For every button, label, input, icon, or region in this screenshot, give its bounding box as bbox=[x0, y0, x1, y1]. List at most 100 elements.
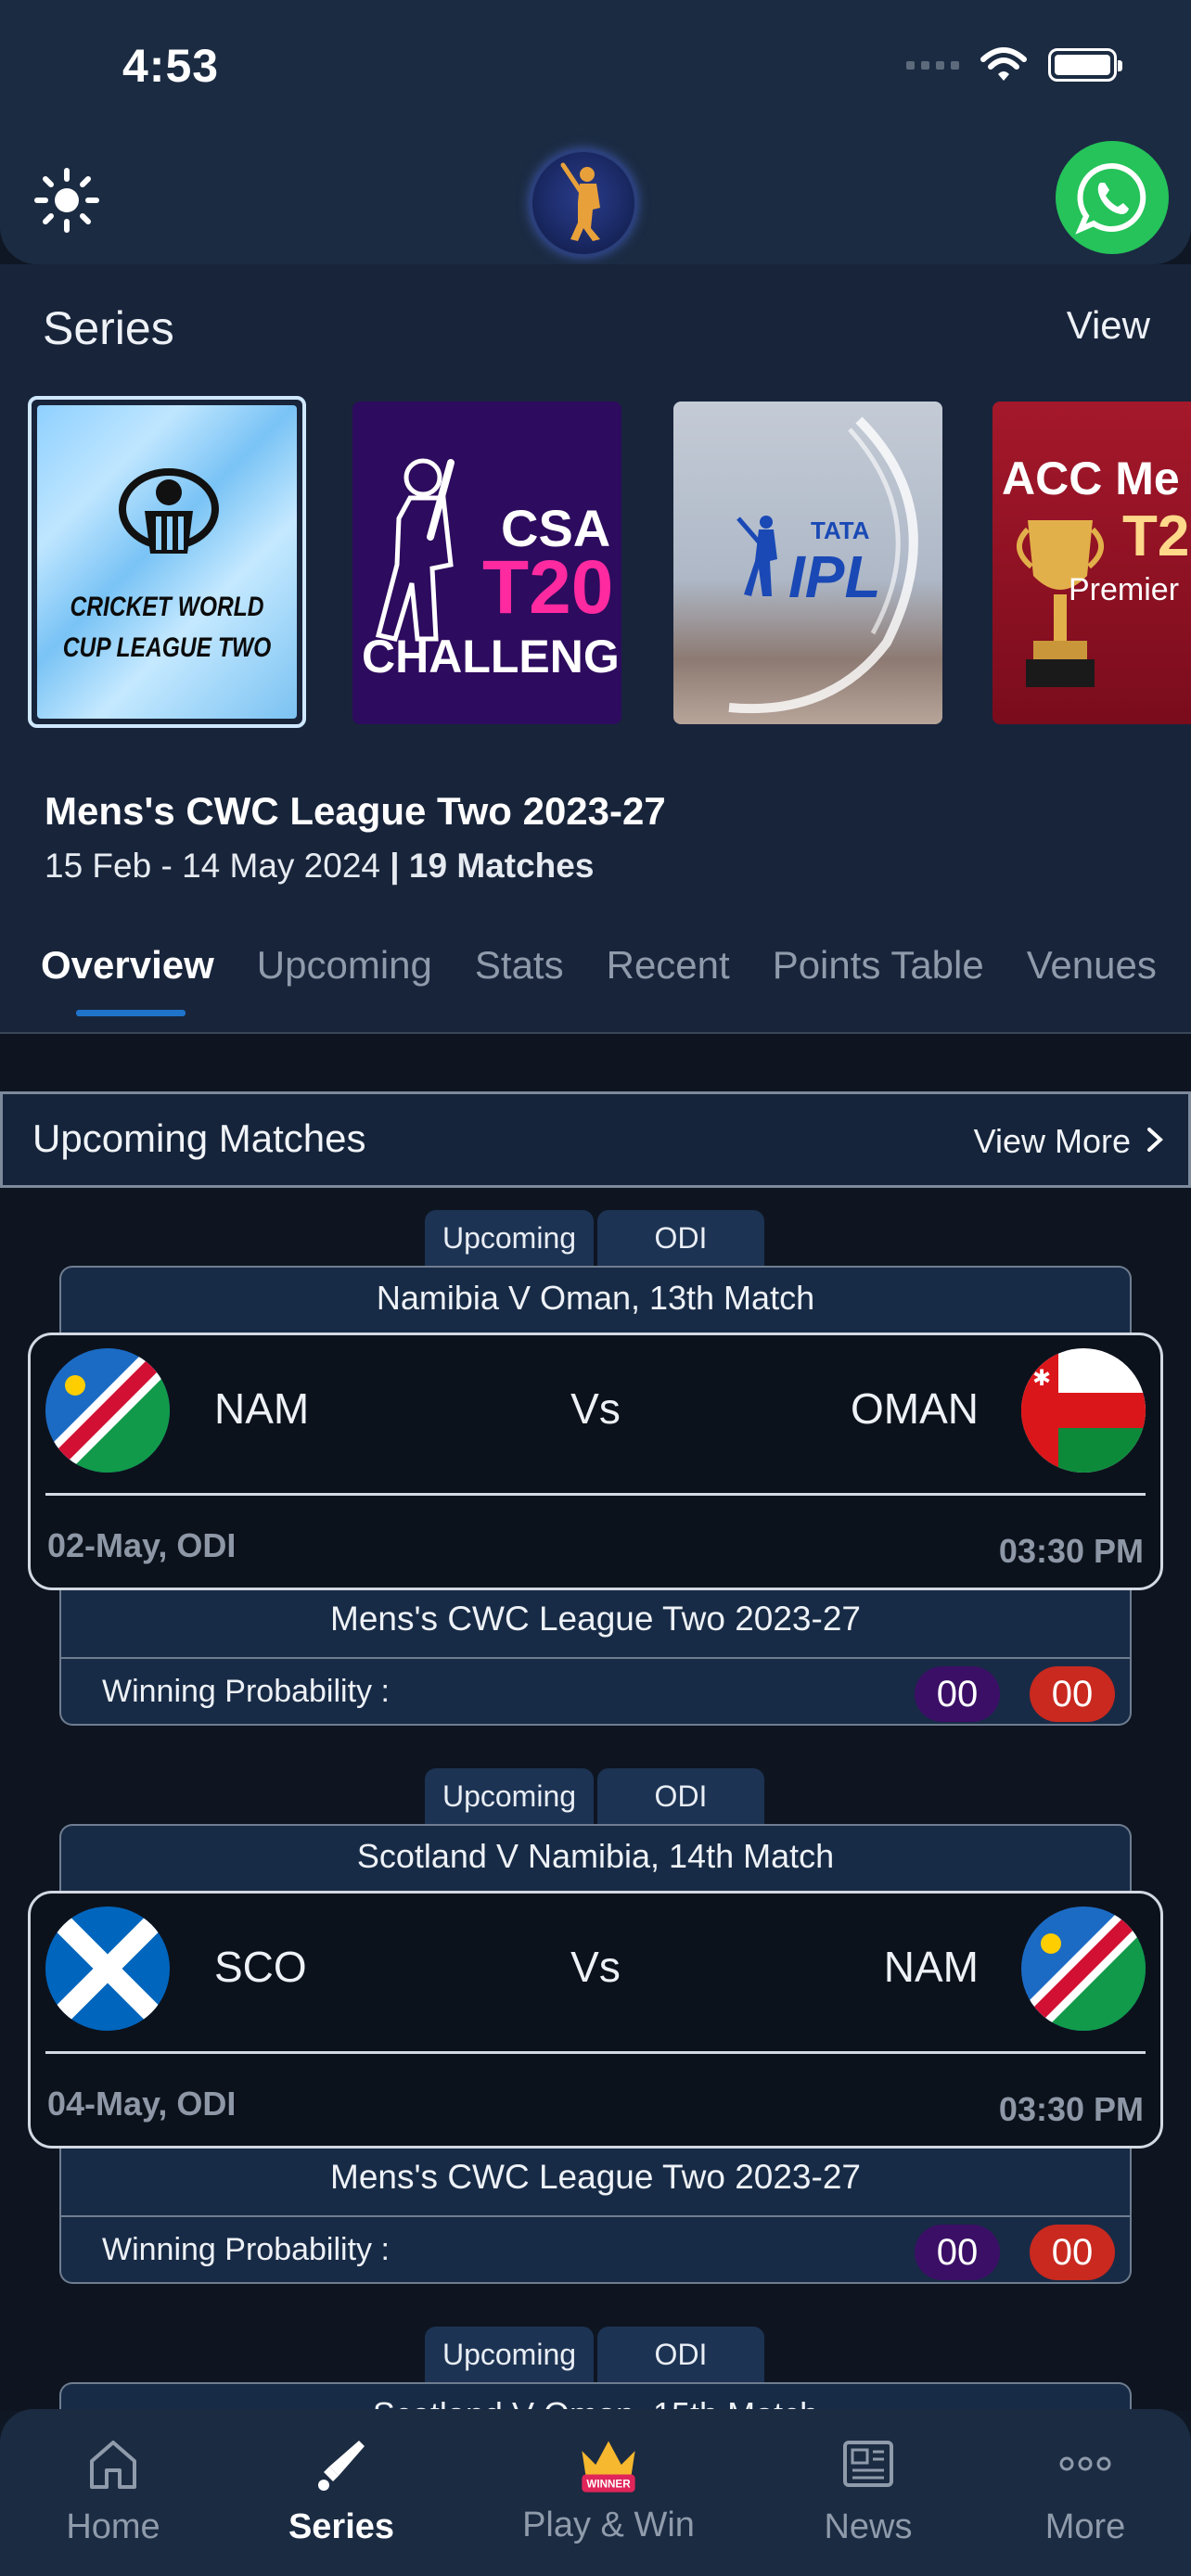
svg-text:✱: ✱ bbox=[1032, 1365, 1051, 1391]
match-footer: Mens's CWC League Two 2023-27 Winning Pr… bbox=[59, 1590, 1132, 1726]
series-card-ipl[interactable]: TATA IPL bbox=[673, 402, 942, 724]
nav-more-label: More bbox=[1044, 2507, 1126, 2546]
nav-home-label: Home bbox=[66, 2507, 160, 2546]
nav-series-label: Series bbox=[288, 2507, 395, 2546]
series-card-csa-mid: T20 bbox=[482, 545, 614, 630]
series-match-count: 19 Matches bbox=[408, 847, 595, 885]
series-card-cwc[interactable]: CRICKET WORLD CUP LEAGUE TWO bbox=[28, 396, 306, 728]
series-tabs: Overview Upcoming Stats Recent Points Ta… bbox=[41, 943, 1157, 1016]
tab-upcoming[interactable]: Upcoming bbox=[257, 943, 432, 988]
series-view-link[interactable]: View bbox=[1067, 303, 1150, 348]
match-footer: Mens's CWC League Two 2023-27 Winning Pr… bbox=[59, 2149, 1132, 2284]
team-right: OMAN bbox=[851, 1384, 979, 1433]
match-date: 04-May, ODI bbox=[47, 2085, 237, 2123]
overview-content: Upcoming Matches View More Upcoming ODI … bbox=[0, 1034, 1191, 2411]
match-card[interactable]: Upcoming ODI Scotland V Oman, 15th Match bbox=[0, 2327, 1191, 2411]
chevron-right-icon bbox=[1147, 1128, 1163, 1152]
series-card-acc-bottom: Premier bbox=[1069, 572, 1180, 607]
newspaper-icon bbox=[843, 2441, 893, 2487]
series-card-ipl-main: IPL bbox=[788, 543, 881, 610]
tab-stats[interactable]: Stats bbox=[475, 943, 564, 988]
series-date-range: 15 Feb - 14 May 2024 bbox=[45, 847, 380, 885]
probability-team-right: 00 bbox=[1030, 2225, 1115, 2280]
series-card-csa-bottom: CHALLENGE bbox=[362, 631, 621, 682]
selected-series-name: Mens's CWC League Two 2023-27 bbox=[45, 789, 666, 833]
probability-team-left: 00 bbox=[915, 2225, 1000, 2280]
batsman-logo-icon bbox=[560, 162, 600, 241]
upcoming-matches-title: Upcoming Matches bbox=[32, 1116, 366, 1160]
crown-icon: WINNER bbox=[582, 2441, 635, 2493]
match-format-tag: ODI bbox=[597, 1210, 764, 1266]
series-panel: Series View CRICKET WORLD CUP LEAGUE TWO… bbox=[0, 264, 1191, 1034]
match-divider bbox=[45, 2051, 1146, 2054]
home-icon bbox=[90, 2441, 136, 2489]
status-icons bbox=[906, 46, 1122, 83]
match-date: 02-May, ODI bbox=[47, 1526, 237, 1564]
match-series-name: Mens's CWC League Two 2023-27 bbox=[330, 1600, 861, 1638]
svg-text:WINNER: WINNER bbox=[586, 2478, 631, 2490]
match-status-tag: Upcoming bbox=[425, 1768, 594, 1824]
match-format-tag: ODI bbox=[597, 2327, 764, 2382]
app-logo[interactable] bbox=[529, 148, 638, 258]
nav-more[interactable]: More bbox=[974, 2433, 1191, 2547]
namibia-flag-icon bbox=[1021, 1906, 1146, 2031]
vs-label: Vs bbox=[570, 1943, 621, 1991]
signal-icon bbox=[906, 60, 959, 70]
match-tags: Upcoming ODI bbox=[425, 1768, 764, 1824]
footer-divider bbox=[61, 2215, 1130, 2217]
series-heading: Series bbox=[43, 302, 174, 354]
upcoming-matches-header[interactable]: Upcoming Matches View More bbox=[0, 1091, 1191, 1188]
nav-home[interactable]: Home bbox=[2, 2433, 224, 2547]
wifi-icon bbox=[980, 47, 1027, 81]
series-card-cwc-label: CRICKET WORLD CUP LEAGUE TWO bbox=[62, 592, 272, 663]
top-bar: 4:53 bbox=[0, 0, 1191, 264]
nav-play-win-label: Play & Win bbox=[522, 2506, 695, 2544]
match-title: Scotland V Oman, 15th Match bbox=[59, 2382, 1132, 2411]
match-card[interactable]: Upcoming ODI Scotland V Namibia, 14th Ma… bbox=[0, 1768, 1191, 2288]
tab-recent[interactable]: Recent bbox=[607, 943, 730, 988]
series-card-acc-mid: T2 bbox=[1122, 504, 1190, 568]
match-series-name: Mens's CWC League Two 2023-27 bbox=[330, 2158, 861, 2196]
probability-team-right: 00 bbox=[1030, 1666, 1115, 1722]
probability-team-left: 00 bbox=[915, 1666, 1000, 1722]
status-time: 4:53 bbox=[122, 40, 220, 92]
battery-icon bbox=[1048, 48, 1122, 82]
match-status-tag: Upcoming bbox=[425, 2327, 594, 2382]
match-time: 03:30 PM bbox=[998, 1532, 1144, 1570]
whatsapp-button[interactable] bbox=[1056, 141, 1169, 254]
tab-overview[interactable]: Overview bbox=[41, 943, 214, 1016]
nav-news[interactable]: News bbox=[757, 2433, 980, 2547]
match-format-tag: ODI bbox=[597, 1768, 764, 1824]
winning-probability-label: Winning Probability : bbox=[102, 1674, 390, 1709]
series-card-acc[interactable]: ACC Me T2 Premier bbox=[992, 402, 1191, 724]
team-right: NAM bbox=[883, 1943, 979, 1991]
match-tags: Upcoming ODI bbox=[425, 2327, 764, 2382]
match-tags: Upcoming ODI bbox=[425, 1210, 764, 1266]
world-cup-logo-icon bbox=[119, 468, 219, 554]
bottom-nav: Home Series WINNER Play & Win News More bbox=[0, 2409, 1191, 2576]
match-body: SCO Vs NAM 04-May, ODI 03:30 PM bbox=[28, 1891, 1163, 2149]
series-card-acc-top: ACC Me bbox=[1002, 453, 1180, 504]
series-dates: 15 Feb - 14 May 2024 | 19 Matches bbox=[45, 847, 595, 885]
nav-news-label: News bbox=[824, 2507, 913, 2546]
footer-divider bbox=[61, 1657, 1130, 1659]
match-time: 03:30 PM bbox=[998, 2090, 1144, 2128]
cricket-bat-icon bbox=[318, 2441, 365, 2491]
more-dots-icon bbox=[1059, 2456, 1111, 2471]
match-divider bbox=[45, 1493, 1146, 1496]
whatsapp-icon bbox=[1075, 162, 1146, 235]
oman-flag-icon: ✱ bbox=[1021, 1348, 1146, 1473]
view-more-link[interactable]: View More bbox=[974, 1122, 1131, 1161]
tab-venues[interactable]: Venues bbox=[1027, 943, 1157, 988]
vs-label: Vs bbox=[570, 1384, 621, 1433]
tab-points-table[interactable]: Points Table bbox=[773, 943, 984, 988]
match-card[interactable]: Upcoming ODI Namibia V Oman, 13th Match … bbox=[0, 1210, 1191, 1729]
winning-probability-label: Winning Probability : bbox=[102, 2232, 390, 2267]
nav-play-win[interactable]: WINNER Play & Win bbox=[497, 2433, 720, 2545]
match-status-tag: Upcoming bbox=[425, 1210, 594, 1266]
nav-series[interactable]: Series bbox=[230, 2433, 453, 2547]
match-body: NAM Vs OMAN ✱ 02-May, ODI 03:30 PM bbox=[28, 1333, 1163, 1590]
theme-sun-icon[interactable] bbox=[33, 167, 100, 234]
series-card-csa[interactable]: CSA T20 CHALLENGE bbox=[352, 402, 621, 724]
series-card-ipl-top: TATA bbox=[811, 516, 870, 544]
